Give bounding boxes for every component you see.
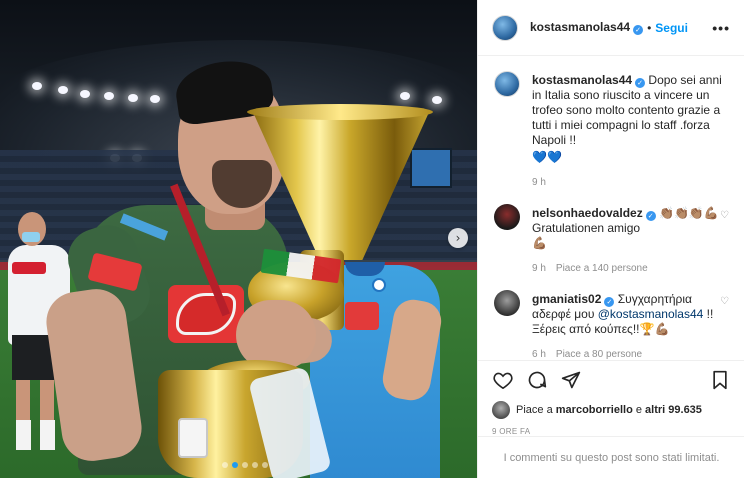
comment-mention[interactable]: @kostasmanolas44 [598, 307, 704, 321]
comment-emoji: 🏆💪🏽 [639, 322, 670, 336]
comment-meta: 9 h Piace a 140 persone [532, 261, 720, 276]
comment-time[interactable]: 6 h [532, 347, 546, 360]
follow-button[interactable]: Segui [655, 21, 688, 35]
likes-user[interactable]: marcoborriello [556, 404, 633, 416]
comment-text-end: !! [703, 307, 714, 321]
action-icons [492, 367, 731, 393]
heart-icon[interactable] [492, 369, 514, 391]
chevron-right-icon: › [455, 231, 461, 245]
post-timestamp[interactable]: 9 ORE FA [492, 427, 731, 436]
likes-summary: Piace a marcoborriello e altri 99.635 [492, 401, 731, 419]
comment-like-heart-icon[interactable]: ♡ [720, 210, 729, 276]
likes-middle: e [635, 404, 642, 416]
comment-likes[interactable]: Piace a 140 persone [556, 261, 648, 276]
comments-list[interactable]: kostasmanolas44 ✓ Dopo sei anni in Italia… [478, 57, 744, 360]
comment-text: Ξέρεις από κούπες!! [532, 322, 640, 336]
teammate-sponsor [12, 262, 46, 274]
comment-item: nelsonhaedovaldez ✓ 👏🏽👏🏽👏🏽💪🏽 Gratulatione… [494, 204, 729, 276]
avatar[interactable] [492, 401, 510, 419]
carousel-dot[interactable] [252, 462, 258, 468]
verified-badge-icon: ✓ [645, 211, 656, 221]
separator-dot: • [647, 20, 652, 35]
caption: kostasmanolas44 ✓ Dopo sei anni in Italia… [494, 71, 729, 190]
share-icon[interactable] [560, 369, 582, 391]
post-actions: Piace a marcoborriello e altri 99.635 9 … [478, 360, 744, 436]
likes-others[interactable]: altri 99.635 [645, 404, 702, 416]
caption-time[interactable]: 9 h [532, 175, 546, 190]
comment-username[interactable]: gmaniatis02 ✓ [532, 292, 615, 307]
comment-item: gmaniatis02 ✓ Συγχαρητήρια αδερφέ μου @ko… [494, 290, 729, 360]
carousel-dots [222, 462, 268, 468]
more-options-button[interactable]: ••• [712, 20, 730, 36]
header-username[interactable]: kostasmanolas44 ✓ [530, 20, 644, 35]
club-badge [372, 278, 386, 292]
stadium-light [432, 96, 442, 104]
comment-likes[interactable]: Piace a 80 persone [556, 347, 642, 360]
post-side-panel: kostasmanolas44 ✓ • Segui ••• kostasmanol… [477, 0, 744, 478]
caption-username[interactable]: kostasmanolas44 ✓ [532, 73, 646, 88]
verified-badge-icon: ✓ [635, 78, 646, 88]
comment-meta: 6 h Piace a 80 persone [532, 347, 720, 360]
teammate-mask [22, 232, 40, 242]
comment-line2: Ξέρεις από κούπες!!🏆💪🏽 [532, 322, 720, 337]
stadium-light [150, 95, 160, 103]
likes-prefix: Piace a [516, 404, 553, 416]
comment-emoji: 💪🏽 [532, 236, 547, 250]
teammate-sock [40, 420, 55, 450]
post-header: kostasmanolas44 ✓ • Segui ••• [478, 0, 744, 56]
comment-icon[interactable] [526, 369, 548, 391]
carousel-dot[interactable] [232, 462, 238, 468]
post-photo[interactable]: › [0, 0, 477, 478]
teammate-sponsor [345, 302, 379, 330]
stadium-screen [410, 148, 452, 188]
caption-meta: 9 h [532, 175, 722, 190]
avatar[interactable] [494, 204, 520, 230]
comment-text: Gratulationen amigo [532, 221, 641, 235]
next-slide-button[interactable]: › [448, 228, 468, 248]
stadium-light [32, 82, 42, 90]
verified-badge-icon: ✓ [604, 297, 615, 307]
carousel-dot[interactable] [262, 462, 268, 468]
trophy-rim [247, 104, 433, 120]
comment-emoji: 👏🏽👏🏽👏🏽💪🏽 [659, 206, 719, 220]
caption-emoji: 💙💙 [532, 150, 562, 164]
stadium-light [58, 86, 68, 94]
carousel-dot[interactable] [242, 462, 248, 468]
comments-limited-notice: I commenti su questo post sono stati lim… [478, 436, 744, 478]
comment-username[interactable]: nelsonhaedovaldez ✓ [532, 206, 656, 221]
stadium-light [80, 90, 90, 98]
avatar[interactable] [494, 71, 520, 97]
comment-like-heart-icon[interactable]: ♡ [720, 296, 729, 360]
carousel-dot[interactable] [222, 462, 228, 468]
comment-time[interactable]: 9 h [532, 261, 546, 276]
stadium-light [104, 92, 114, 100]
avatar[interactable] [494, 290, 520, 316]
teammate-sock [16, 420, 31, 450]
bookmark-icon[interactable] [709, 369, 731, 391]
stadium-light [400, 92, 410, 100]
stadium-light [128, 94, 138, 102]
verified-badge-icon: ✓ [633, 25, 644, 35]
avatar[interactable] [492, 14, 518, 41]
trophy-badge [178, 418, 208, 458]
